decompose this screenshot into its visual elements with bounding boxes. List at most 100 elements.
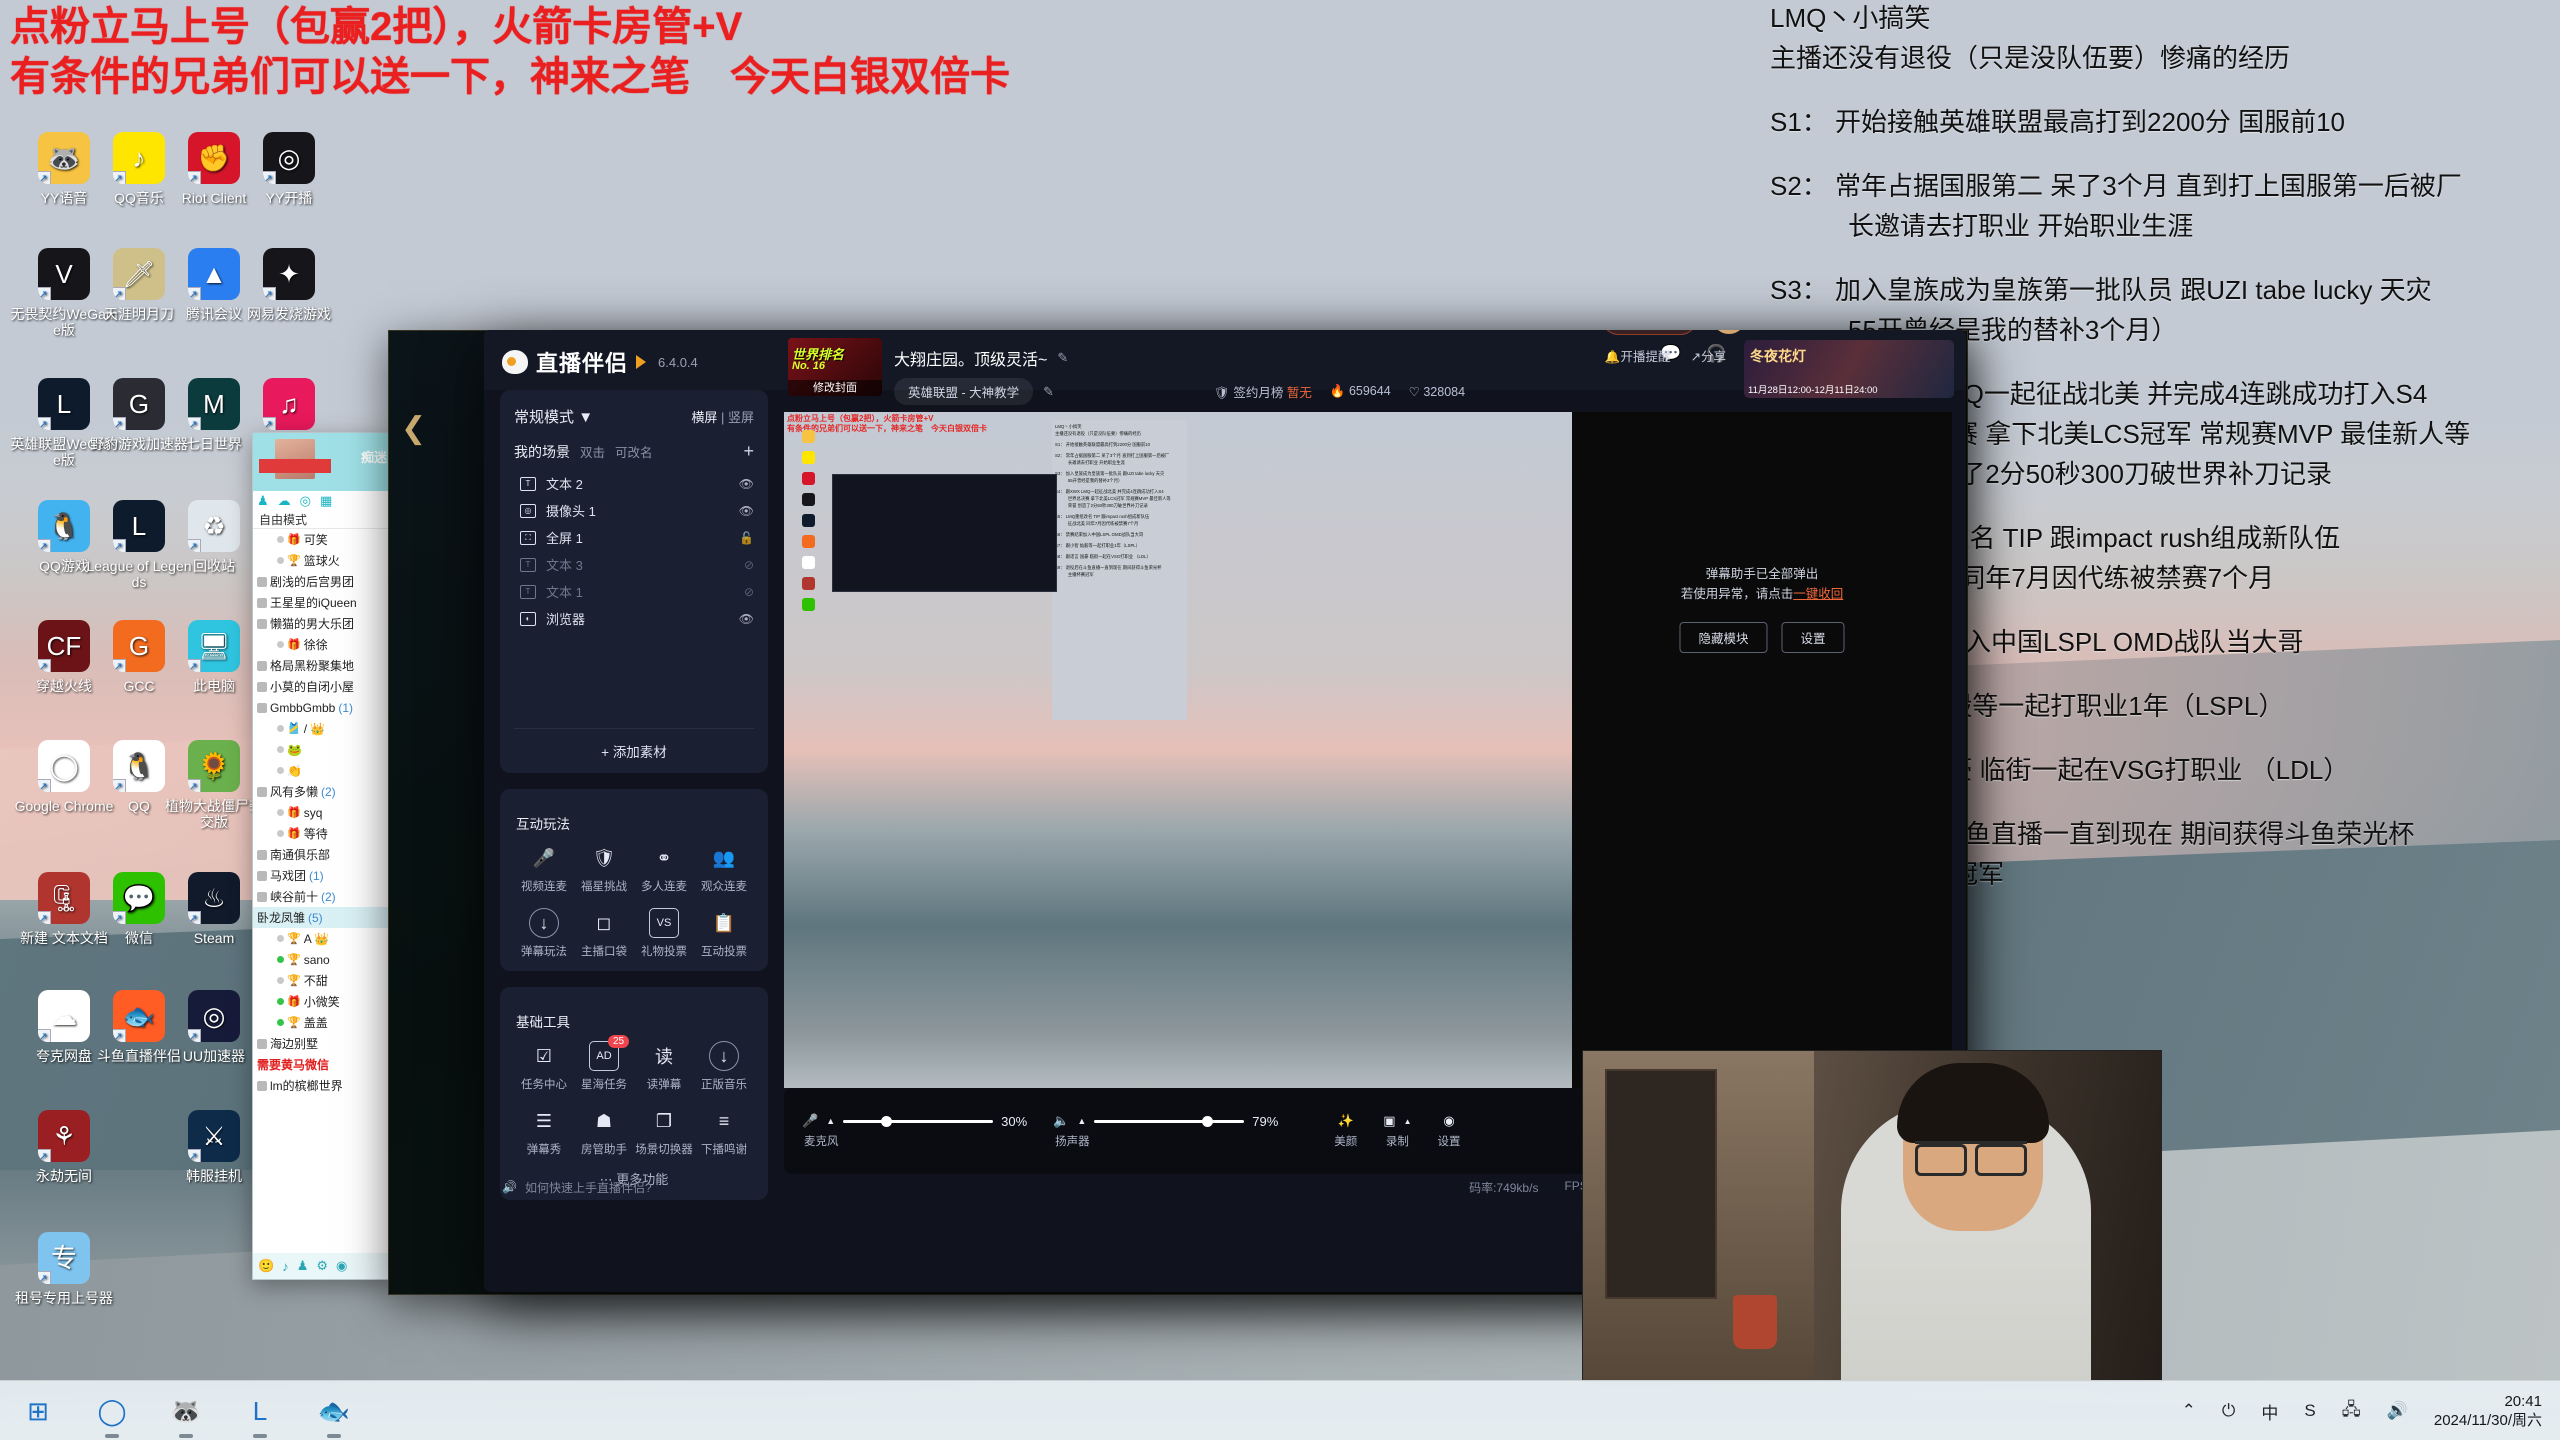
qq-list-item[interactable]: 🏆 sano (253, 949, 391, 970)
network-icon[interactable]: 🖧 (2342, 1397, 2361, 1426)
qq-list-item[interactable]: 🎽 / 👑 (253, 718, 391, 739)
tool-button[interactable]: ☰ 弹幕秀 (514, 1106, 574, 1157)
qq-list-item[interactable]: 风有多懒 (2) (253, 781, 391, 802)
contact-icon[interactable]: ♟ (257, 493, 269, 509)
source-list[interactable]: T 文本 2 👁 ◎ 摄像头 1 👁 ⛶ 全屏 1 🔓 T 文本 3 ⊘ T 文本 1 ⊘ ◐ 浏览器 👁 (514, 470, 754, 632)
speaker-icon[interactable]: 🔈 (1053, 1113, 1069, 1129)
douyu-taskbar-icon[interactable]: 🐟 (316, 1393, 352, 1438)
settings-button[interactable]: ◉ 设置 (1438, 1113, 1461, 1149)
visible-icon[interactable]: 👁 (739, 504, 754, 518)
tool-button[interactable]: ⚭ 多人连麦 (634, 843, 694, 894)
taskbar-tray[interactable]: ⌃ ⏻ 中 S 🖧 🔊 20:41 2024/11/30/周六 (2182, 1381, 2542, 1440)
taskbar-clock[interactable]: 20:41 2024/11/30/周六 (2434, 1392, 2542, 1430)
qq-list-item[interactable]: 🎁 徐徐 (253, 634, 391, 655)
location-icon[interactable]: ◎ (300, 493, 311, 509)
qq-group-list[interactable]: 🎁 可笑 🏆 篮球火 剧浅的后宫男团 王星星的iQueen 懒猫的男大乐团 🎁 徐徐 格局黑粉聚集… (253, 529, 391, 1096)
qq-mode-selector[interactable]: 自由模式 (253, 511, 391, 529)
recall-link[interactable]: 一键收回 (1793, 587, 1843, 601)
qq-list-item[interactable]: 海边别墅 (253, 1033, 391, 1054)
tool-button[interactable]: ❐ 场景切换器 (634, 1106, 694, 1157)
qq-list-item[interactable]: GmbbGmbb (1) (253, 697, 391, 718)
tool-button[interactable]: 🛡 福星挑战 (574, 843, 634, 894)
chevron-down-icon[interactable]: ▼ (578, 409, 593, 426)
qq-list-item[interactable]: 🎁 syq (253, 802, 391, 823)
desktop-icon[interactable]: ✦ ↗ 网易发烧游戏 (235, 248, 343, 322)
microphone-icon[interactable]: 🎤 (802, 1113, 818, 1129)
beauty-icon[interactable]: ✨ (1338, 1113, 1354, 1129)
edit-icon[interactable]: ✎ (1043, 384, 1054, 400)
add-source-button[interactable]: + 添加素材 (514, 728, 754, 761)
visible-icon[interactable]: 👁 (739, 477, 754, 491)
mode-selector[interactable]: 常规模式 ▼ (514, 406, 593, 427)
help-icon[interactable]: 🔊 (502, 1180, 517, 1194)
qq-list-item[interactable]: 峡谷前十 (2) (253, 886, 391, 907)
stream-cover-thumb[interactable]: 世界排名 No. 16 修改封面 (788, 338, 882, 396)
qq-list-item[interactable]: 🏆 篮球火 (253, 550, 391, 571)
orientation-portrait[interactable]: 竖屏 (728, 410, 754, 425)
share-button[interactable]: ↗分享 (1691, 346, 1727, 365)
qq-list-item[interactable]: 王星星的iQueen (253, 592, 391, 613)
speaker-control[interactable]: 🔈 ▲ 79% 扬声器 (1053, 1113, 1278, 1149)
scene-source-item[interactable]: T 文本 2 👁 (514, 470, 754, 497)
tool-button[interactable]: 📋 互动投票 (694, 908, 754, 959)
hide-module-button[interactable]: 隐藏模块 (1679, 622, 1768, 653)
qq-list-item[interactable]: 🐸 (253, 739, 391, 760)
tool-button[interactable]: ≡ 下播鸣谢 (694, 1106, 754, 1157)
danmu-settings-button[interactable]: 设置 (1781, 622, 1845, 653)
desktop-icon[interactable]: 专 ↗ 租号专用上号器 (10, 1232, 118, 1306)
globe-icon[interactable]: ◉ (336, 1258, 347, 1274)
mic-caret-icon[interactable]: ▲ (826, 1116, 835, 1126)
category-row[interactable]: 英雄联盟 - 大神教学 ✎ (894, 378, 1054, 405)
mic-slider[interactable] (843, 1115, 994, 1127)
ime-chinese-icon[interactable]: 中 (2261, 1399, 2278, 1424)
desktop-icon[interactable]: ◎ ↗ YY开播 (235, 132, 343, 206)
qq-list-item[interactable]: 小莫的自闭小屋 (253, 676, 391, 697)
edit-cover-label[interactable]: 修改封面 (788, 380, 882, 396)
danmu-note-buttons[interactable]: 隐藏模块 设置 (1679, 622, 1845, 653)
tool-button[interactable]: VS 礼物投票 (634, 908, 694, 959)
help-link[interactable]: 如何快速上手直播伴侣? (525, 1179, 652, 1196)
speaker-caret-icon[interactable]: ▲ (1077, 1116, 1086, 1126)
tool-button[interactable]: ☑ 任务中心 (514, 1041, 574, 1092)
qq-list-item[interactable]: 🏆 不甜 (253, 970, 391, 991)
start-button[interactable]: ⊞ (20, 1393, 56, 1429)
tool-button[interactable]: ◻ 主播口袋 (574, 908, 634, 959)
hidden-icon[interactable]: ⊘ (744, 558, 754, 572)
settings-icon[interactable]: ⚙ (316, 1258, 328, 1274)
record-button[interactable]: ▣ ▲ 录制 (1383, 1113, 1411, 1149)
qq-list-item[interactable]: 懒猫的男大乐团 (253, 613, 391, 634)
qq-list-item[interactable]: 马戏团 (1) (253, 865, 391, 886)
chrome-taskbar-icon[interactable]: ◯ (94, 1393, 130, 1438)
sogou-icon[interactable]: S (2304, 1401, 2315, 1421)
qq-window[interactable]: 痴迷 ♟ ☁ ◎ ▦ 自由模式 🎁 可笑 🏆 篮球火 剧浅的后宫男团 王星星的iQueen… (252, 432, 392, 1280)
scene-source-item[interactable]: ⛶ 全屏 1 🔓 (514, 524, 754, 551)
qq-list-item[interactable]: 🎁 可笑 (253, 529, 391, 550)
qq-list-item[interactable]: 需要黄马微信 (253, 1054, 391, 1075)
qq-toolbar[interactable]: ♟ ☁ ◎ ▦ (253, 491, 391, 511)
gear-icon[interactable]: ◉ (1443, 1113, 1454, 1129)
scene-source-item[interactable]: T 文本 3 ⊘ (514, 551, 754, 578)
speaker-slider[interactable] (1094, 1115, 1245, 1127)
qq-list-item[interactable]: 南通俱乐部 (253, 844, 391, 865)
windows-taskbar[interactable]: ⊞ ◯ 🦝 L 🐟 ⌃ ⏻ 中 S 🖧 🔊 20:41 2024/11/30/周六 (0, 1380, 2560, 1440)
back-chevron-icon[interactable]: ❮ (401, 411, 445, 455)
emoji-icon[interactable]: 🙂 (258, 1258, 274, 1274)
tool-button[interactable]: 🎤 视频连麦 (514, 843, 574, 894)
tool-button[interactable]: 读读弹幕 (634, 1041, 694, 1092)
header-actions[interactable]: 🔔开播提醒 ↗分享 (1605, 346, 1726, 365)
streamer-data-button[interactable]: ◕ 主播数据 (1602, 330, 1696, 335)
scene-source-item[interactable]: T 文本 1 ⊘ (514, 578, 754, 605)
stream-preview[interactable]: 点粉立马上号（包赢2把），火箭卡房管+V 有条件的兄弟们可以送一下，神来之笔 今天… (784, 412, 1952, 1088)
mode-row[interactable]: 常规模式 ▼ 横屏 | 竖屏 (514, 402, 754, 437)
taskbar-apps[interactable]: ⊞ ◯ 🦝 L 🐟 (20, 1381, 352, 1440)
microphone-icon[interactable]: ⏻ (2222, 1401, 2235, 1421)
tool-button[interactable]: 25 AD 星海任务 (574, 1035, 634, 1092)
scene-source-item[interactable]: ◐ 浏览器 👁 (514, 605, 754, 632)
scene-panel[interactable]: 常规模式 ▼ 横屏 | 竖屏 我的场景 双击 可改名 + T 文本 2 👁 ◎ … (500, 390, 768, 773)
record-icon[interactable]: ▣ (1383, 1113, 1395, 1129)
qq-list-item[interactable]: 卧龙凤雏 (5) (253, 907, 391, 928)
chat-icon[interactable]: ☁ (278, 493, 291, 509)
notify-button[interactable]: 🔔开播提醒 (1605, 346, 1671, 365)
visible-icon[interactable]: 👁 (739, 612, 754, 626)
desktop-icon[interactable]: ⚘ ↗ 永劫无间 (10, 1110, 118, 1184)
